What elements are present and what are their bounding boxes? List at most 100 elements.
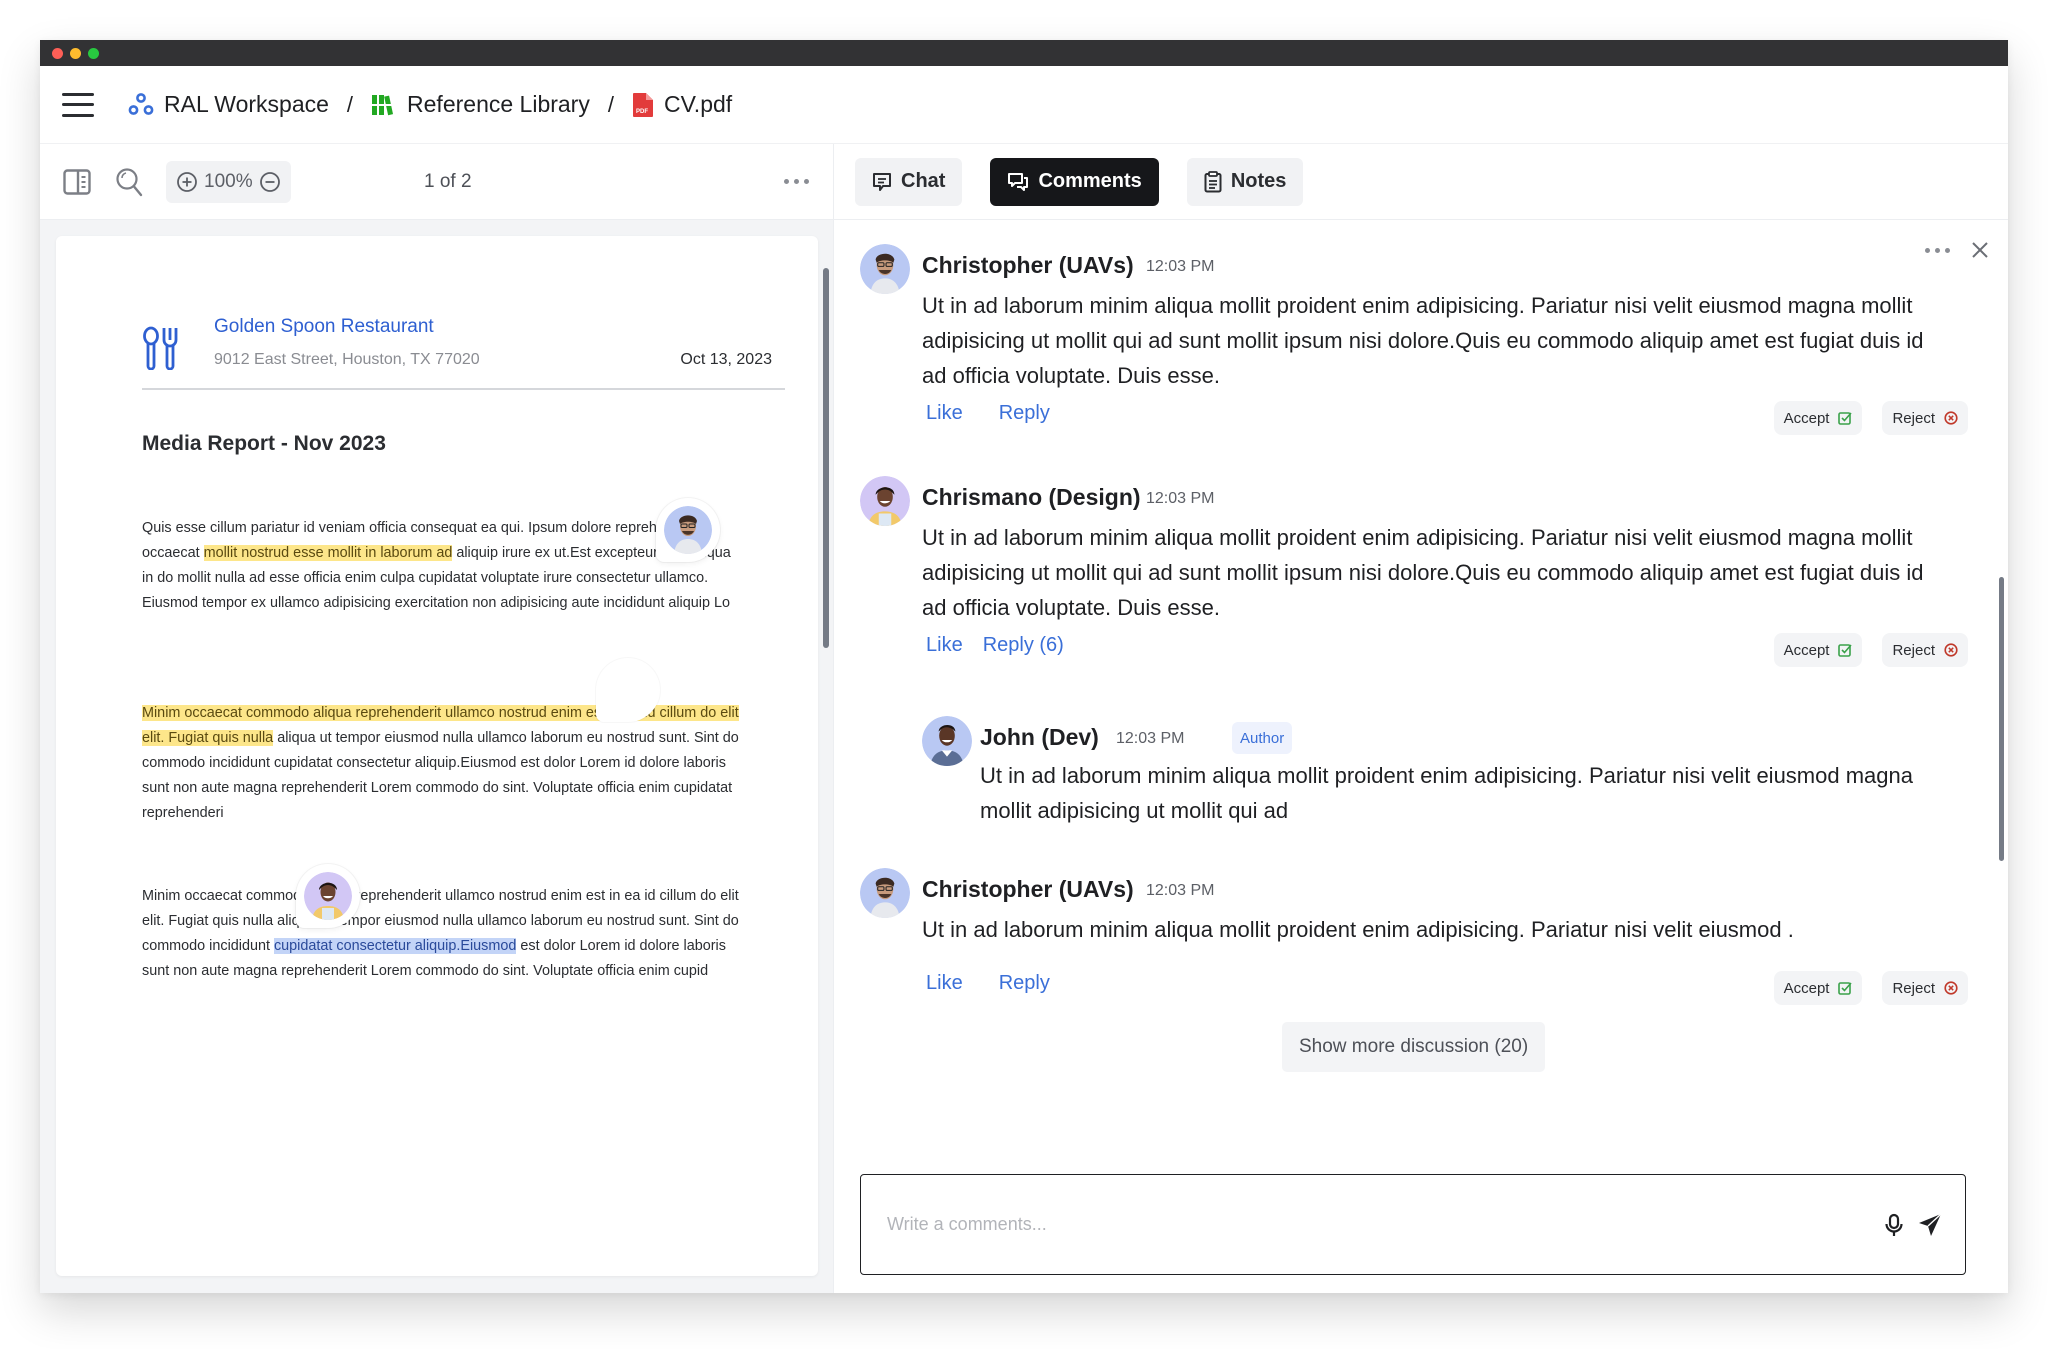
accept-button[interactable]: Accept <box>1773 401 1863 435</box>
show-more-discussion-button[interactable]: Show more discussion (20) <box>1282 1022 1546 1072</box>
comment-pin-empty[interactable] <box>596 658 660 722</box>
restaurant-utensils-icon <box>143 326 178 370</box>
accept-button[interactable]: Accept <box>1773 971 1863 1005</box>
comment-input[interactable] <box>887 1214 1871 1235</box>
top-bar: RAL Workspace / Reference Library / PDF … <box>40 66 2008 144</box>
library-icon <box>371 94 398 115</box>
comment-actions: Like Reply (6) <box>926 634 1064 657</box>
comment-pin-chrismano[interactable] <box>296 864 360 928</box>
highlighted-text[interactable]: mollit nostrud esse mollit in laborum ad <box>203 545 453 561</box>
document-date: Oct 13, 2023 <box>680 351 772 368</box>
viewer-toolbar: 100% 1 of 2 <box>40 144 833 220</box>
reject-button[interactable]: Reject <box>1882 401 1968 435</box>
review-actions: Accept Reject <box>1773 971 1968 1005</box>
comments-icon <box>1008 172 1029 191</box>
breadcrumb-workspace[interactable]: RAL Workspace <box>128 91 329 118</box>
viewer-more-options-icon[interactable] <box>784 179 809 184</box>
comment-pin-christopher[interactable] <box>656 498 720 562</box>
comment-composer <box>860 1174 1966 1275</box>
document-scrollbar[interactable] <box>823 268 829 648</box>
zoom-out-icon[interactable] <box>259 171 281 193</box>
page-indicator: 1 of 2 <box>424 170 472 192</box>
document-paragraph-2: Minim occaecat commodo aliqua reprehende… <box>142 701 742 826</box>
accept-label: Accept <box>1783 641 1830 659</box>
breadcrumb-workspace-label: RAL Workspace <box>164 91 329 117</box>
tab-comments[interactable]: Comments <box>990 157 1159 206</box>
comment-time: 12:03 PM <box>1146 258 1215 275</box>
menu-icon[interactable] <box>62 92 94 117</box>
reject-x-icon <box>1944 411 1958 425</box>
reject-button[interactable]: Reject <box>1882 971 1968 1005</box>
panel-more-options-icon[interactable] <box>1925 247 1950 253</box>
tab-chat[interactable]: Chat <box>855 157 963 206</box>
accept-label: Accept <box>1783 979 1830 997</box>
reply-time: 12:03 PM <box>1116 730 1185 747</box>
breadcrumb-library[interactable]: Reference Library <box>371 91 590 118</box>
send-icon[interactable] <box>1917 1212 1943 1238</box>
review-actions: Accept Reject <box>1773 401 1968 435</box>
tab-chat-label: Chat <box>901 170 946 192</box>
comments-scrollbar[interactable] <box>1999 577 2004 861</box>
breadcrumb-file[interactable]: PDF CV.pdf <box>632 91 732 118</box>
author-badge: Author <box>1232 722 1293 754</box>
breadcrumb-separator: / <box>607 91 614 117</box>
avatar-christopher <box>860 868 910 918</box>
search-icon[interactable] <box>114 167 144 197</box>
company-address: 9012 East Street, Houston, TX 77020 <box>214 351 480 368</box>
pdf-file-icon: PDF <box>632 92 653 117</box>
microphone-icon[interactable] <box>1881 1212 1907 1238</box>
close-icon[interactable] <box>1970 240 1990 260</box>
accept-label: Accept <box>1783 409 1830 427</box>
avatar-chrismano <box>304 872 352 920</box>
header-divider <box>142 388 785 390</box>
like-button[interactable]: Like <box>926 634 963 657</box>
window-minimize-button[interactable] <box>70 47 81 59</box>
comment-time: 12:03 PM <box>1146 882 1215 899</box>
accept-check-icon <box>1838 982 1853 995</box>
tab-notes-label: Notes <box>1230 170 1287 192</box>
workspace-icon <box>128 92 154 115</box>
window-close-button[interactable] <box>52 47 63 59</box>
tab-comments-label: Comments <box>1038 170 1142 192</box>
comment-author: Christopher (UAVs) <box>922 252 1134 278</box>
accept-check-icon <box>1838 644 1853 657</box>
title-bar <box>40 40 2008 66</box>
reject-label: Reject <box>1892 641 1935 659</box>
zoom-in-icon[interactable] <box>176 171 198 193</box>
window-zoom-button[interactable] <box>88 47 99 59</box>
review-actions: Accept Reject <box>1773 633 1968 667</box>
accept-button[interactable]: Accept <box>1773 633 1863 667</box>
zoom-level: 100% <box>204 170 253 192</box>
reject-x-icon <box>1944 981 1958 995</box>
breadcrumb-separator: / <box>346 91 354 117</box>
comments-panel: Chat Comments Notes Christopher (UAVs) 1… <box>834 144 2008 1293</box>
avatar-john <box>922 716 972 766</box>
comment-time: 12:03 PM <box>1146 490 1215 507</box>
company-name: Golden Spoon Restaurant <box>214 316 434 337</box>
comment-actions: Like Reply <box>926 402 1050 425</box>
document-title: Media Report - Nov 2023 <box>142 432 386 455</box>
notes-icon <box>1204 170 1222 192</box>
sidebar-toggle-icon[interactable] <box>62 167 92 197</box>
panel-tabs: Chat Comments Notes <box>834 144 2008 220</box>
reply-button[interactable]: Reply <box>999 972 1050 995</box>
like-button[interactable]: Like <box>926 402 963 425</box>
avatar-christopher <box>860 244 910 294</box>
panel-actions <box>1925 240 1990 260</box>
document-paragraph-3: Minim occaecat commodo aliqua reprehende… <box>142 884 742 984</box>
selected-text[interactable]: cupidatat consectetur aliquip.Eiusmod <box>273 938 517 954</box>
like-button[interactable]: Like <box>926 972 963 995</box>
breadcrumb-library-label: Reference Library <box>407 91 590 117</box>
reply-button[interactable]: Reply <box>999 402 1050 425</box>
comment-actions: Like Reply <box>926 972 1050 995</box>
avatar-chrismano <box>860 476 910 526</box>
reply-button[interactable]: Reply (6) <box>983 634 1064 657</box>
svg-text:PDF: PDF <box>636 109 648 115</box>
tab-notes[interactable]: Notes <box>1186 157 1304 206</box>
avatar-christopher <box>664 506 712 554</box>
chat-icon <box>873 172 891 191</box>
reject-label: Reject <box>1892 409 1935 427</box>
reject-button[interactable]: Reject <box>1882 633 1968 667</box>
zoom-control: 100% <box>166 160 291 203</box>
reply-author: John (Dev) <box>980 724 1099 750</box>
